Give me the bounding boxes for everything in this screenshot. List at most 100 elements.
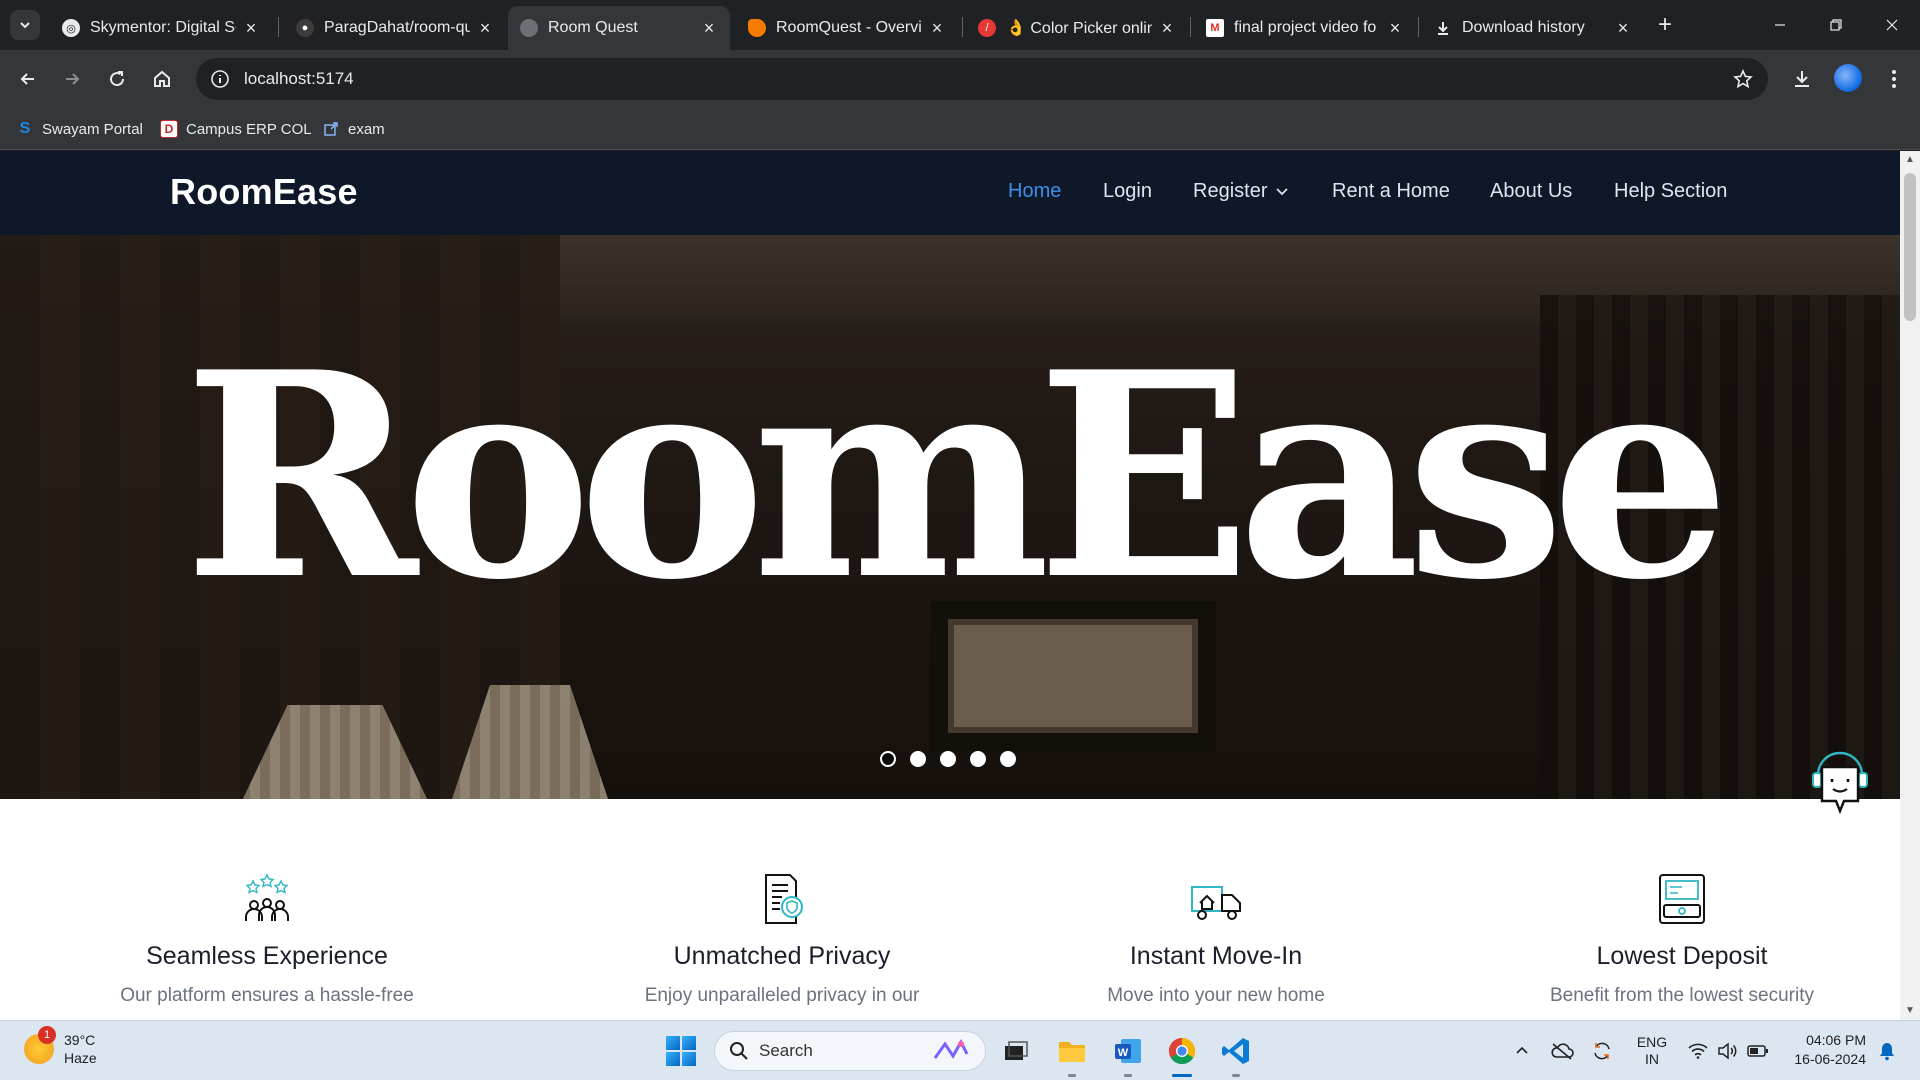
chevron-up-icon bbox=[1516, 1046, 1528, 1054]
bookmarks-bar: S Swayam Portal D Campus ERP COL exam bbox=[0, 108, 1920, 150]
sync-status[interactable] bbox=[1588, 1033, 1616, 1069]
tab-title: RoomQuest - Overvie bbox=[776, 19, 922, 36]
tab-gmail[interactable]: M final project video fo × bbox=[1194, 6, 1416, 50]
color-picker-icon: / bbox=[978, 19, 996, 37]
tab-color-picker[interactable]: / 👌 Color Picker onlin × bbox=[966, 6, 1188, 50]
feature-card: Seamless Experience Our platform ensures… bbox=[67, 871, 467, 1020]
profile-avatar[interactable] bbox=[1834, 64, 1862, 92]
privacy-document-icon bbox=[765, 874, 803, 924]
nav-about-us[interactable]: About Us bbox=[1490, 180, 1572, 203]
show-hidden-icons-button[interactable] bbox=[1510, 1033, 1534, 1069]
close-window-button[interactable] bbox=[1864, 0, 1920, 50]
carousel-dot[interactable] bbox=[880, 751, 896, 767]
close-tab-icon[interactable]: × bbox=[1158, 18, 1176, 38]
nav-help-section[interactable]: Help Section bbox=[1614, 180, 1727, 203]
feature-text: Our platform ensures a hassle-free bbox=[120, 985, 414, 1006]
tab-separator bbox=[962, 17, 963, 37]
tab-title: Skymentor: Digital Sc bbox=[90, 19, 236, 36]
tab-search-button[interactable] bbox=[10, 10, 40, 40]
windows-start-button[interactable] bbox=[666, 1036, 696, 1066]
carousel-dot[interactable] bbox=[940, 751, 956, 767]
swayam-icon: S bbox=[19, 120, 31, 137]
restore-button[interactable] bbox=[1808, 0, 1864, 50]
reload-icon bbox=[110, 71, 125, 87]
battery-icon bbox=[1747, 1045, 1768, 1057]
nav-home[interactable]: Home bbox=[1008, 180, 1061, 203]
scroll-down-arrow[interactable]: ▼ bbox=[1905, 1006, 1915, 1016]
close-tab-icon[interactable]: × bbox=[700, 18, 718, 38]
chevron-down-icon bbox=[20, 22, 30, 29]
notification-badge: 1 bbox=[38, 1026, 56, 1044]
task-view-icon bbox=[1005, 1041, 1028, 1060]
bookmark-label: Swayam Portal bbox=[42, 120, 143, 138]
bookmark-exam[interactable]: exam bbox=[322, 118, 385, 140]
volume-control[interactable] bbox=[1714, 1033, 1740, 1069]
scrollbar-thumb[interactable] bbox=[1904, 173, 1916, 321]
home-button[interactable] bbox=[146, 63, 178, 95]
site-navbar: RoomEase Home Login Register Rent a Home… bbox=[0, 151, 1900, 235]
lang-code: ENG bbox=[1636, 1034, 1668, 1050]
download-icon bbox=[1434, 19, 1452, 37]
tab-github[interactable]: ● ParagDahat/room-qu × bbox=[284, 6, 506, 50]
address-bar[interactable]: localhost:5174 bbox=[196, 58, 1768, 100]
tab-room-quest[interactable]: Room Quest × bbox=[508, 6, 730, 50]
url-text[interactable]: localhost:5174 bbox=[244, 69, 354, 89]
bookmark-star-icon[interactable] bbox=[1730, 66, 1756, 92]
site-info-icon[interactable] bbox=[206, 65, 234, 93]
close-icon bbox=[1886, 19, 1898, 31]
language-indicator[interactable]: ENG IN bbox=[1632, 1033, 1672, 1069]
close-tab-icon[interactable]: × bbox=[242, 18, 260, 38]
nav-login[interactable]: Login bbox=[1103, 180, 1152, 203]
page-scrollbar[interactable]: ▲ ▼ bbox=[1900, 151, 1920, 1020]
carousel-dot[interactable] bbox=[1000, 751, 1016, 767]
taskbar-search-box[interactable]: Search bbox=[714, 1031, 986, 1071]
github-icon: ● bbox=[296, 19, 314, 37]
tab-title: 👌 Color Picker onlin bbox=[1006, 20, 1152, 37]
chatbot-icon[interactable] bbox=[1810, 749, 1870, 819]
lang-region: IN bbox=[1645, 1051, 1659, 1067]
taskbar-word[interactable]: W bbox=[1110, 1033, 1146, 1077]
wifi-status[interactable] bbox=[1684, 1033, 1712, 1069]
weather-temp: 39°C bbox=[64, 1032, 96, 1048]
downloads-button[interactable] bbox=[1786, 63, 1818, 95]
onedrive-status[interactable] bbox=[1548, 1033, 1576, 1069]
tab-download-history[interactable]: Download history × bbox=[1422, 6, 1644, 50]
reload-button[interactable] bbox=[101, 63, 133, 95]
task-view-button[interactable] bbox=[998, 1033, 1034, 1069]
scroll-up-arrow[interactable]: ▲ bbox=[1905, 155, 1915, 165]
close-tab-icon[interactable]: × bbox=[1386, 18, 1404, 38]
search-label: Search bbox=[759, 1041, 813, 1060]
forward-button[interactable] bbox=[56, 63, 88, 95]
feature-card: Unmatched Privacy Enjoy unparalleled pri… bbox=[582, 871, 982, 1020]
chrome-menu-button[interactable] bbox=[1878, 63, 1910, 95]
minimize-button[interactable] bbox=[1752, 0, 1808, 50]
taskbar-chrome[interactable] bbox=[1164, 1033, 1200, 1077]
back-button[interactable] bbox=[12, 63, 44, 95]
cloud-offline-icon bbox=[1551, 1043, 1574, 1060]
sun-haze-icon: 1 bbox=[24, 1026, 56, 1064]
taskbar-vscode[interactable] bbox=[1218, 1033, 1254, 1077]
weather-widget[interactable]: 1 39°C Haze bbox=[24, 1026, 97, 1067]
close-tab-icon[interactable]: × bbox=[476, 18, 494, 38]
nav-rent-a-home[interactable]: Rent a Home bbox=[1332, 180, 1450, 203]
bookmark-campus-erp[interactable]: D Campus ERP COL bbox=[160, 118, 312, 140]
new-tab-button[interactable]: + bbox=[1652, 11, 1678, 38]
hero-carousel[interactable]: RoomEase bbox=[0, 235, 1900, 799]
carousel-dot[interactable] bbox=[970, 751, 986, 767]
carousel-dot[interactable] bbox=[910, 751, 926, 767]
close-tab-icon[interactable]: × bbox=[1614, 18, 1632, 38]
skymentor-icon: ◎ bbox=[62, 19, 80, 37]
close-tab-icon[interactable]: × bbox=[928, 18, 946, 38]
nav-register-dropdown[interactable]: Register bbox=[1193, 180, 1289, 203]
bookmark-swayam[interactable]: S Swayam Portal bbox=[16, 118, 143, 140]
taskbar-clock[interactable]: 04:06 PM 16-06-2024 bbox=[1780, 1031, 1866, 1069]
battery-status[interactable] bbox=[1744, 1033, 1772, 1069]
site-brand-logo[interactable]: RoomEase bbox=[170, 171, 358, 213]
tab-skymentor[interactable]: ◎ Skymentor: Digital Sc × bbox=[50, 6, 272, 50]
svg-text:W: W bbox=[1118, 1047, 1129, 1059]
notifications-button[interactable] bbox=[1874, 1033, 1900, 1069]
download-icon bbox=[1795, 71, 1809, 87]
kebab-menu-icon bbox=[1892, 70, 1896, 88]
taskbar-file-explorer[interactable] bbox=[1054, 1033, 1090, 1077]
tab-firebase[interactable]: RoomQuest - Overvie × bbox=[736, 6, 958, 50]
